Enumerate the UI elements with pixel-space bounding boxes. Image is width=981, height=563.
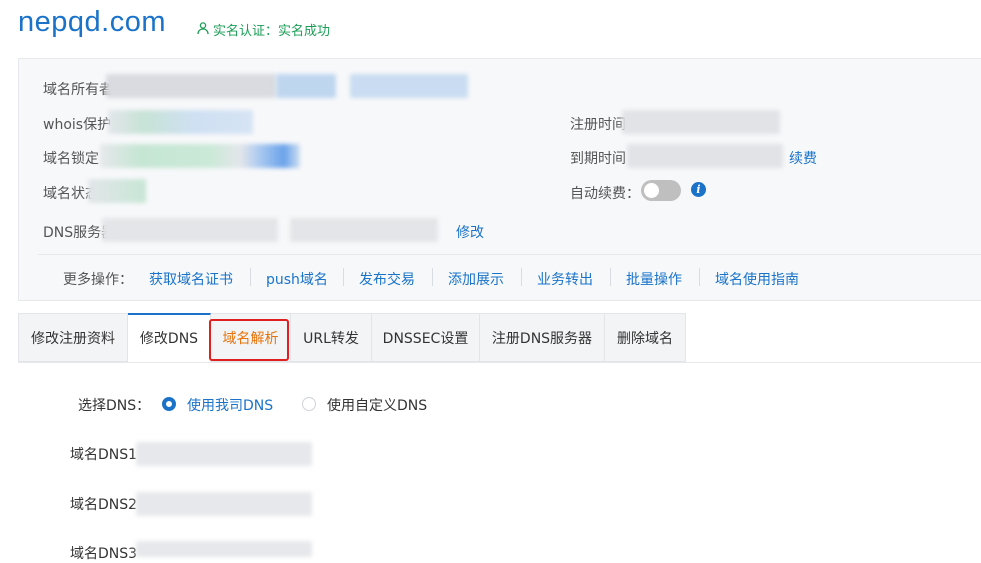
dns1-label: 域名DNS1 — [70, 447, 138, 463]
expire-time-value-redacted — [627, 144, 783, 168]
op-get-certificate[interactable]: 获取域名证书 — [149, 269, 233, 289]
lock-value-redacted — [100, 144, 300, 168]
tab-register-dns-server[interactable]: 注册DNS服务器 — [480, 313, 605, 362]
verification-text: 实名认证：实名成功 — [213, 24, 331, 39]
owner-label: 域名所有者 — [43, 82, 113, 98]
owner-value-redacted-3 — [350, 74, 468, 98]
domain-title: nepqd.com — [18, 6, 166, 38]
dns1-value-redacted — [136, 442, 312, 466]
op-publish-trade[interactable]: 发布交易 — [359, 269, 415, 289]
owner-value-redacted — [106, 74, 276, 98]
op-transfer-out[interactable]: 业务转出 — [537, 269, 593, 289]
op-add-showcase[interactable]: 添加展示 — [448, 269, 504, 289]
whois-value-redacted — [108, 110, 253, 134]
renew-link[interactable]: 续费 — [789, 148, 817, 168]
ops-separator — [521, 268, 522, 286]
verification-status: 实名认证：实名成功 — [196, 20, 330, 39]
info-icon[interactable]: i — [691, 182, 706, 197]
dns3-value-redacted — [136, 541, 312, 557]
more-ops-label: 更多操作： — [63, 272, 133, 288]
ops-separator — [343, 268, 344, 286]
tab-delete-domain[interactable]: 删除域名 — [605, 313, 686, 362]
dns-server-value-redacted-2 — [290, 218, 438, 242]
tab-edit-registration[interactable]: 修改注册资料 — [18, 313, 128, 362]
op-push-domain[interactable]: push域名 — [266, 269, 328, 289]
tab-modify-dns[interactable]: 修改DNS — [128, 313, 211, 362]
radio-our-dns-label[interactable]: 使用我司DNS — [187, 395, 273, 415]
owner-value-redacted-2 — [276, 74, 336, 98]
ops-divider — [38, 254, 981, 255]
radio-custom-dns[interactable] — [302, 397, 316, 411]
dns-server-value-redacted — [102, 218, 278, 242]
tab-dnssec[interactable]: DNSSEC设置 — [372, 313, 480, 362]
dns2-label: 域名DNS2 — [70, 497, 138, 513]
highlight-box — [209, 319, 289, 361]
auto-renew-label: 自动续费： — [570, 186, 640, 202]
dns3-label: 域名DNS3 — [70, 546, 138, 562]
reg-time-value-redacted — [622, 110, 780, 134]
reg-time-label: 注册时间 — [570, 117, 626, 133]
radio-custom-dns-label[interactable]: 使用自定义DNS — [327, 395, 427, 415]
ops-separator — [250, 268, 251, 286]
auto-renew-toggle[interactable] — [641, 180, 681, 201]
ops-separator — [432, 268, 433, 286]
status-value-redacted — [88, 179, 146, 203]
ops-separator — [610, 268, 611, 286]
user-icon — [196, 21, 210, 39]
expire-time-label: 到期时间 — [570, 151, 626, 167]
op-usage-guide[interactable]: 域名使用指南 — [715, 269, 799, 289]
dns2-value-redacted — [136, 492, 312, 516]
ops-separator — [699, 268, 700, 286]
op-batch[interactable]: 批量操作 — [626, 269, 682, 289]
radio-our-dns[interactable] — [162, 397, 176, 411]
whois-label: whois保护 — [43, 117, 112, 133]
tab-url-forwarding[interactable]: URL转发 — [291, 313, 372, 362]
dns-modify-link[interactable]: 修改 — [456, 222, 484, 242]
lock-label: 域名锁定 — [43, 151, 99, 167]
choose-dns-label: 选择DNS： — [78, 398, 151, 414]
